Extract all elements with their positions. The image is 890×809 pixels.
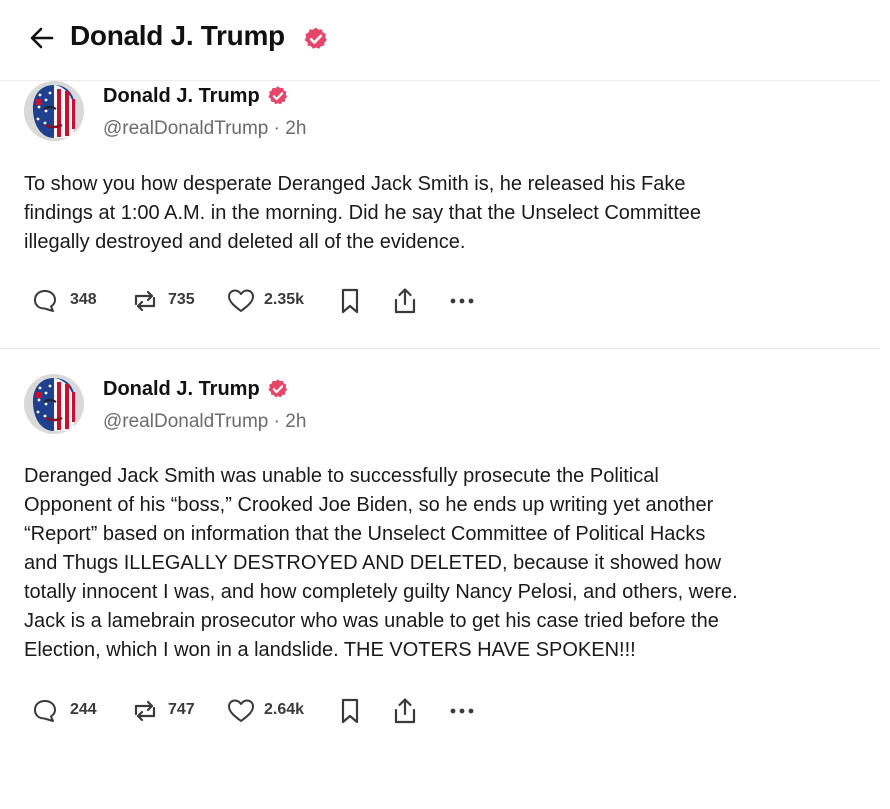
repost-count: 747 — [168, 701, 195, 718]
arrow-left-icon[interactable] — [28, 24, 56, 52]
like-button[interactable]: 2.35k — [226, 286, 322, 316]
reply-bubble-icon — [34, 700, 56, 722]
bookmark-icon[interactable] — [338, 286, 362, 316]
heart-icon — [228, 289, 254, 312]
post-text-line: Jack is a lamebrain prosecutor who was u… — [24, 610, 719, 632]
repost-icon — [134, 290, 156, 312]
post-text-line: Opponent of his “boss,” Crooked Joe Bide… — [24, 494, 714, 516]
page-title: Donald J. Trump — [70, 20, 285, 51]
post-text: Deranged Jack Smith was unable to succes… — [24, 462, 874, 665]
post-text-line: “Report” based on information that the U… — [24, 523, 706, 545]
bookmark-icon[interactable] — [338, 696, 362, 726]
post-text: To show you how desperate Deranged Jack … — [24, 170, 874, 257]
like-button[interactable]: 2.64k — [226, 696, 322, 726]
reply-count: 244 — [70, 701, 97, 718]
like-count: 2.35k — [264, 291, 305, 308]
verified-badge-icon — [303, 26, 329, 51]
post-text-line: To show you how desperate Deranged Jack … — [24, 173, 686, 195]
reply-button[interactable]: 244 — [32, 696, 112, 726]
avatar[interactable] — [24, 374, 84, 434]
repost-icon — [134, 700, 156, 722]
post-text-line: Deranged Jack Smith was unable to succes… — [24, 465, 659, 487]
repost-button[interactable]: 747 — [130, 696, 210, 726]
verified-badge-icon — [267, 378, 289, 399]
post-text-line: totally innocent I was, and how complete… — [24, 581, 738, 603]
reply-button[interactable]: 348 — [32, 286, 112, 316]
author-handle-time[interactable]: @realDonaldTrump · 2h — [103, 411, 306, 433]
repost-button[interactable]: 735 — [130, 286, 210, 316]
author-name[interactable]: Donald J. Trump — [103, 85, 260, 108]
reply-count: 348 — [70, 291, 97, 308]
author-handle-time[interactable]: @realDonaldTrump · 2h — [103, 118, 306, 140]
repost-count: 735 — [168, 291, 195, 308]
heart-icon — [228, 699, 254, 722]
post-card[interactable]: Donald J. Trump @realDonaldTrump · 2h To… — [0, 81, 880, 349]
reply-bubble-icon — [34, 290, 56, 312]
like-count: 2.64k — [264, 701, 305, 718]
post-text-line: and Thugs ILLEGALLY DESTROYED AND DELETE… — [24, 552, 722, 574]
post-card[interactable]: Donald J. Trump @realDonaldTrump · 2h De… — [0, 349, 880, 741]
post-text-line: findings at 1:00 A.M. in the morning. Di… — [24, 202, 702, 224]
avatar[interactable] — [24, 81, 84, 141]
share-icon[interactable] — [392, 286, 418, 316]
share-icon[interactable] — [392, 696, 418, 726]
post-text-line: illegally destroyed and deleted all of t… — [24, 231, 466, 253]
more-dots-icon[interactable] — [448, 286, 478, 316]
author-name[interactable]: Donald J. Trump — [103, 378, 260, 401]
profile-header: Donald J. Trump — [0, 0, 880, 81]
more-dots-icon[interactable] — [448, 696, 478, 726]
post-text-line: Election, which I won in a landslide. TH… — [24, 639, 636, 661]
verified-badge-icon — [267, 85, 289, 106]
